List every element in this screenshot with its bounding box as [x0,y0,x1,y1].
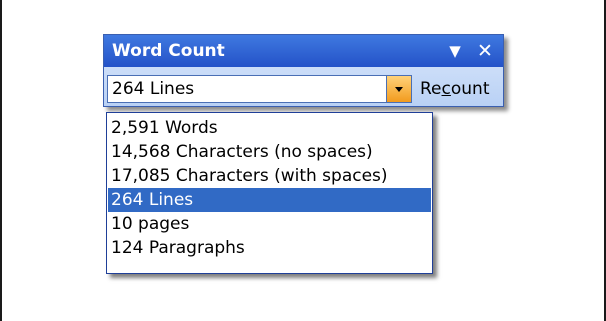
dropdown-item-pages[interactable]: 10 pages [108,212,431,236]
word-count-toolbar: Word Count ▼ ✕ 264 Lines Recount [103,34,504,107]
toolbar-title: Word Count [112,41,225,61]
combo-value: 264 Lines [112,79,195,99]
document-page: Word Count ▼ ✕ 264 Lines Recount 2,591 W… [0,0,606,321]
recount-button[interactable]: Recount [418,75,492,103]
dropdown-arrow-icon[interactable] [386,76,411,102]
dropdown-item-words[interactable]: 2,591 Words [108,116,431,140]
dropdown-item-paragraphs[interactable]: 124 Paragraphs [108,236,431,260]
toolbar-options-icon[interactable]: ▼ [445,41,465,61]
recount-label-hotkey: c [441,79,451,99]
toolbar-title-bar[interactable]: Word Count ▼ ✕ [104,35,503,67]
word-count-combo[interactable]: 264 Lines [107,75,412,103]
recount-label-suffix: ount [450,79,490,99]
dropdown-item-characters-no-spaces[interactable]: 14,568 Characters (no spaces) [108,140,431,164]
dropdown-item-lines[interactable]: 264 Lines [108,188,431,212]
close-icon[interactable]: ✕ [475,41,495,61]
word-count-dropdown-list: 2,591 Words 14,568 Characters (no spaces… [106,112,433,274]
recount-label-prefix: Re [420,79,442,99]
dropdown-item-characters-with-spaces[interactable]: 17,085 Characters (with spaces) [108,164,431,188]
